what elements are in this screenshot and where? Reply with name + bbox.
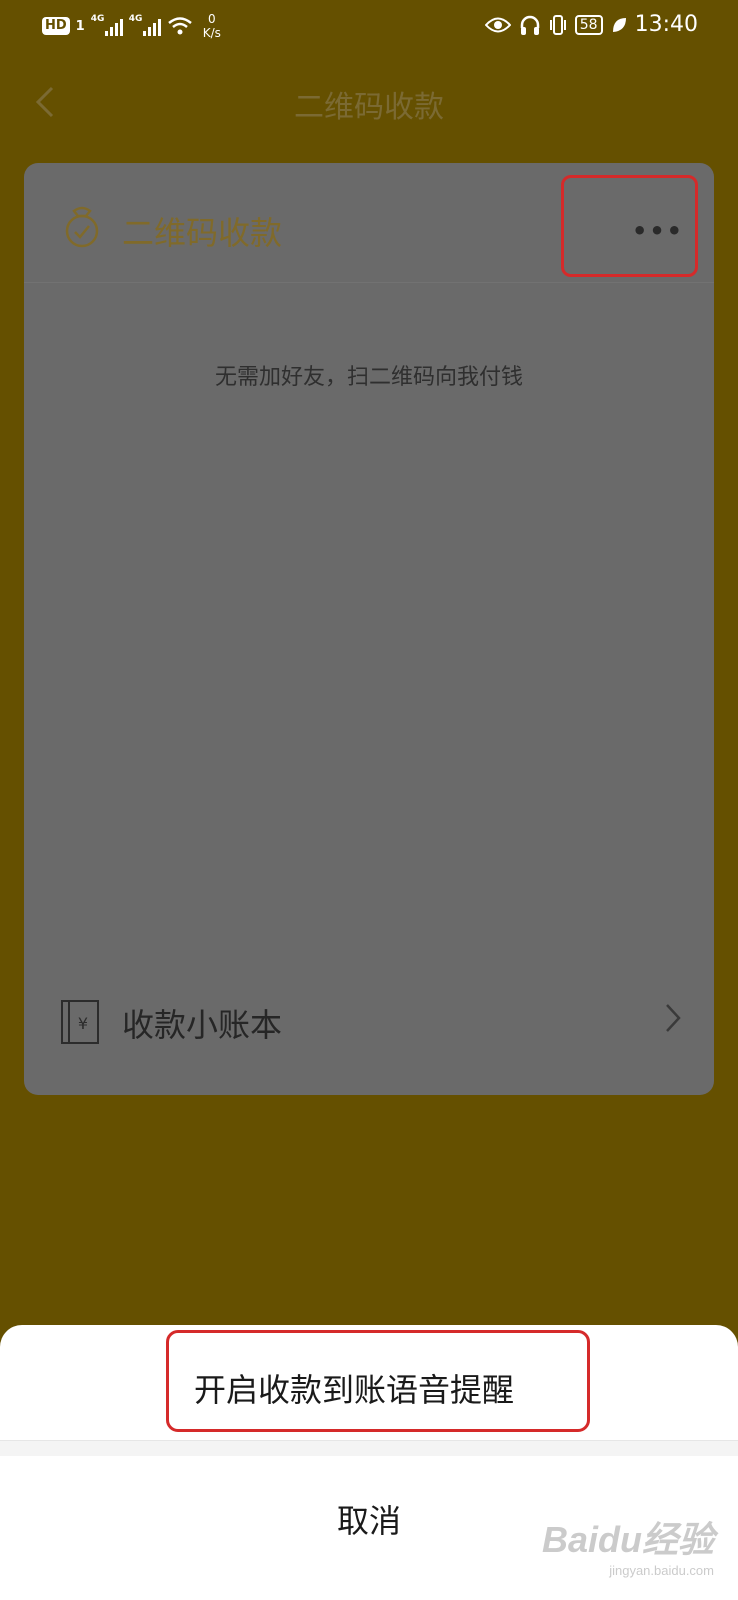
qr-payment-card: 二维码收款 ••• 无需加好友，扫二维码向我付钱 ¥ 收款小账本 — [24, 163, 714, 1095]
card-header: 二维码收款 ••• — [24, 163, 714, 283]
nav-bar: 二维码收款 — [0, 72, 738, 132]
action-sheet: 开启收款到账语音提醒 取消 Baidu经验 jingyan.baidu.com — [0, 1325, 738, 1600]
ledger-yuan-icon: ¥ — [61, 1000, 99, 1044]
status-left: HD 1 4G 4G 0 K/s — [42, 12, 221, 40]
status-right: 58 13:40 — [484, 12, 698, 37]
highlight-box-option — [166, 1330, 590, 1432]
clock: 13:40 — [634, 12, 698, 37]
vibrate-icon — [549, 14, 566, 35]
chevron-right-icon — [666, 1004, 681, 1032]
signal-icon-2: 4G — [129, 14, 161, 36]
wifi-icon — [167, 17, 192, 35]
ledger-label: 收款小账本 — [122, 1006, 283, 1044]
status-bar: HD 1 4G 4G 0 K/s 58 13:40 — [0, 0, 738, 52]
sim-number: 1 — [75, 18, 85, 34]
signal-icon: 4G — [91, 14, 123, 36]
watermark-brand: Baidu经验 — [541, 1519, 714, 1560]
highlight-box-more — [561, 175, 698, 277]
hd-badge: HD — [42, 17, 70, 35]
leaf-icon — [612, 17, 626, 32]
page-title: 二维码收款 — [294, 90, 444, 125]
eye-icon — [484, 17, 511, 32]
watermark: Baidu经验 jingyan.baidu.com — [542, 1511, 714, 1578]
card-title: 二维码收款 — [122, 214, 283, 252]
ledger-row[interactable]: ¥ 收款小账本 — [24, 975, 714, 1095]
voice-reminder-option[interactable]: 开启收款到账语音提醒 — [0, 1325, 738, 1440]
battery-indicator: 58 — [574, 14, 603, 35]
headphones-icon — [520, 15, 540, 35]
card-subtitle: 无需加好友，扫二维码向我付钱 — [214, 365, 523, 390]
sheet-divider — [0, 1440, 738, 1456]
svg-text:¥: ¥ — [78, 1014, 88, 1033]
watermark-url: jingyan.baidu.com — [609, 1563, 714, 1578]
net-speed: 0 K/s — [202, 12, 221, 40]
money-bag-icon — [65, 206, 99, 248]
